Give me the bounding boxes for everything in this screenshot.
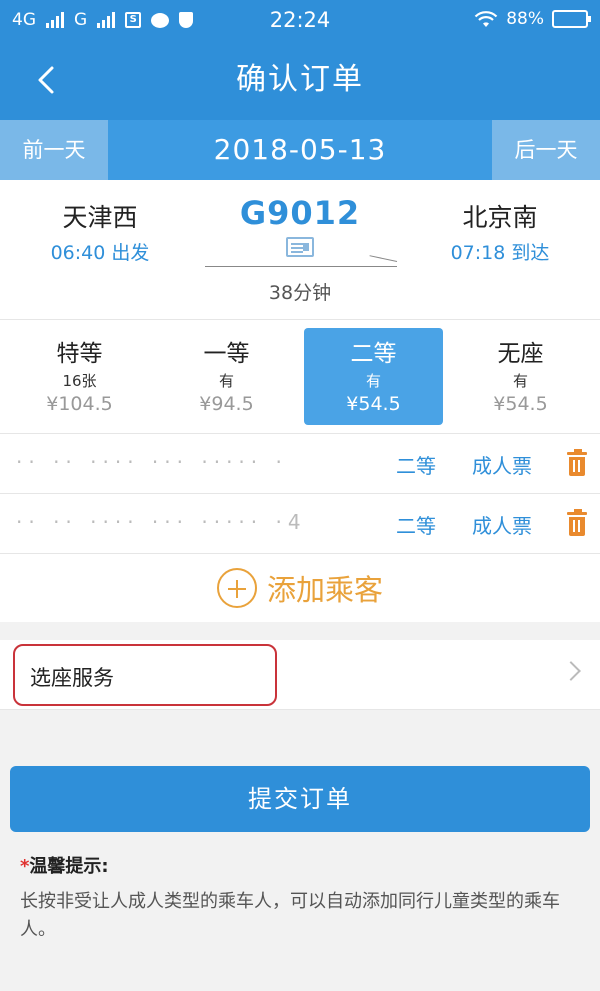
next-day-button[interactable]: 后一天 [492, 120, 600, 180]
add-passenger-label: 添加乘客 [266, 573, 383, 607]
seat-availability: 有 [365, 372, 381, 390]
tips-title-text: 温馨提示: [29, 856, 109, 877]
wifi-icon [474, 11, 498, 27]
passenger-seat-class[interactable]: 二等 [396, 510, 436, 539]
section-gap [0, 622, 600, 640]
departure-time: 06:40 出发 [50, 242, 150, 264]
required-star: * [20, 856, 30, 877]
tips-section: *温馨提示: 长按非受让人成人类型的乘车人，可以自动添加同行儿童类型的乘车人。 [0, 832, 600, 944]
departure-station-name: 天津西 [62, 203, 138, 232]
train-info: 天津西 06:40 出发 G9012 38分钟 北京南 07:18 到达 [0, 180, 600, 320]
seat-price: ¥104.5 [46, 393, 113, 415]
train-code: G9012 [239, 194, 361, 232]
battery-percent: 88% [506, 9, 544, 29]
departure-station: 天津西 06:40 出发 [0, 198, 200, 265]
submit-area: 提交订单 [0, 710, 600, 832]
seat-class-option[interactable]: 二等 有 ¥54.5 [304, 328, 443, 425]
seat-class-selector: 特等 16张 ¥104.5 一等 有 ¥94.5 二等 有 ¥54.5 无座 有… [0, 320, 600, 434]
arrival-station-name: 北京南 [462, 203, 538, 232]
seat-service-row[interactable]: 选座服务 [0, 640, 600, 710]
passenger-seat-class[interactable]: 二等 [396, 450, 436, 479]
tips-text: 长按非受让人成人类型的乘车人，可以自动添加同行儿童类型的乘车人。 [20, 891, 560, 940]
route-arrow [205, 266, 397, 267]
arrival-time: 07:18 到达 [450, 242, 550, 264]
add-passenger-button[interactable]: 添加乘客 [0, 554, 600, 622]
seat-price: ¥94.5 [199, 393, 254, 415]
battery-icon [552, 10, 591, 28]
seat-price: ¥54.5 [346, 393, 401, 415]
date-bar: 前一天 2018-05-13 后一天 [0, 120, 600, 180]
page-title: 确认订单 [236, 62, 364, 97]
app-header: 确认订单 [0, 40, 600, 120]
seat-availability: 有 [218, 372, 234, 390]
trash-icon[interactable] [567, 509, 587, 536]
seat-availability: 16张 [62, 372, 97, 390]
seat-class-option[interactable]: 无座 有 ¥54.5 [451, 328, 590, 425]
passenger-ticket-type[interactable]: 成人票 [472, 510, 532, 539]
seat-class-name: 特等 [56, 341, 103, 367]
seat-class-option[interactable]: 特等 16张 ¥104.5 [10, 328, 149, 425]
passenger-info: ·· ·· ···· ··· ····· · [16, 450, 288, 474]
status-right: 88% [474, 9, 591, 29]
chevron-right-icon [561, 661, 581, 681]
passenger-ticket-type[interactable]: 成人票 [472, 450, 532, 479]
seat-service-label: 选座服务 [30, 666, 114, 690]
prev-day-button[interactable]: 前一天 [0, 120, 108, 180]
seat-availability: 有 [512, 372, 528, 390]
travel-date: 2018-05-13 [213, 133, 387, 166]
seat-class-name: 一等 [203, 341, 250, 367]
trash-icon[interactable] [567, 449, 587, 476]
plus-circle-icon [216, 568, 257, 608]
passenger-list: ·· ·· ···· ··· ····· · 二等 成人票 ·· ·· ····… [0, 434, 600, 622]
arrival-station: 北京南 07:18 到达 [400, 198, 600, 265]
submit-order-button[interactable]: 提交订单 [10, 766, 590, 832]
status-bar: 4G G S 22:24 88% [0, 0, 600, 40]
seat-class-option[interactable]: 一等 有 ¥94.5 [157, 328, 296, 425]
seat-class-name: 二等 [350, 341, 397, 367]
passenger-row[interactable]: ·· ·· ···· ··· ····· · 二等 成人票 [0, 434, 600, 494]
seat-class-name: 无座 [497, 341, 544, 367]
passenger-row[interactable]: ·· ·· ···· ··· ····· ·4 二等 成人票 [0, 494, 600, 554]
passenger-info: ·· ·· ···· ··· ····· ·4 [16, 510, 307, 534]
back-chevron-icon[interactable] [28, 60, 68, 100]
trip-duration: 38分钟 [268, 282, 332, 304]
seat-price: ¥54.5 [493, 393, 548, 415]
train-detail-icon[interactable] [286, 237, 314, 257]
tips-title: *温馨提示: [20, 852, 580, 878]
